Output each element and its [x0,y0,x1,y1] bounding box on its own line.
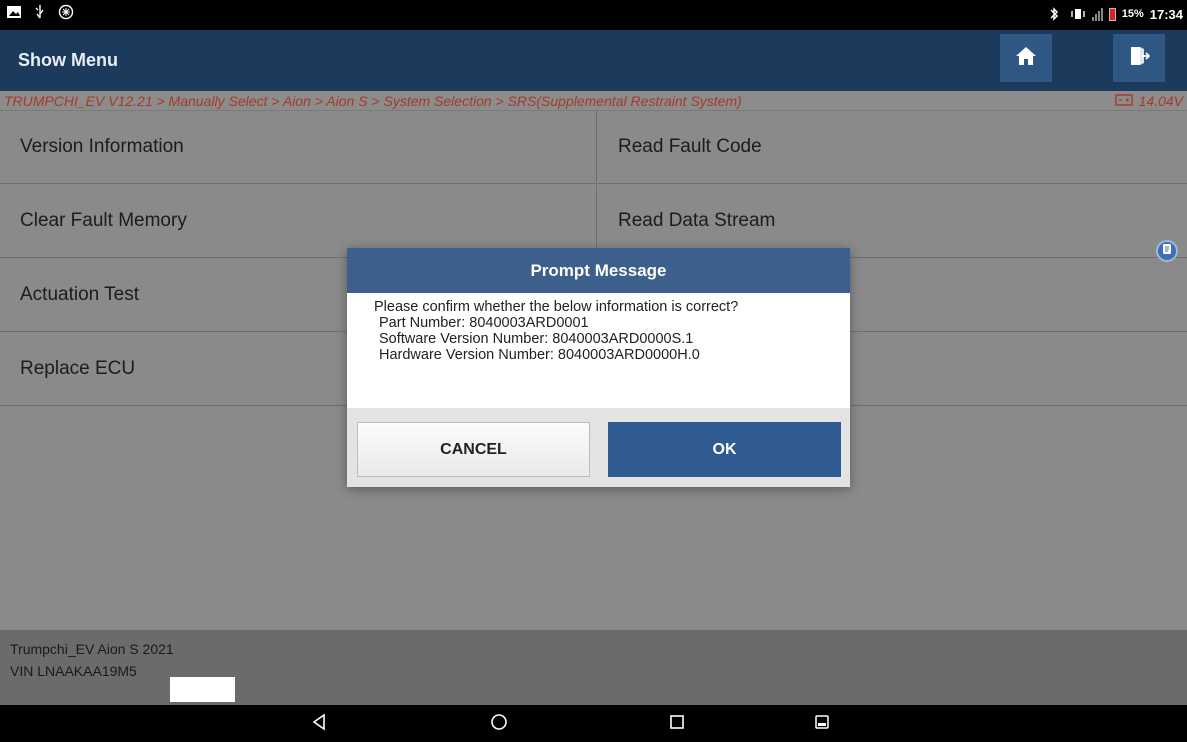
software-version: Software Version Number: 8040003ARD0000S… [379,331,694,347]
signal-icon [1091,7,1103,21]
recents-button[interactable] [664,711,690,737]
back-icon [311,712,327,736]
prompt-dialog: Prompt Message Please confirm whether th… [347,248,850,487]
menu-item-label: Clear Fault Memory [20,210,187,231]
menu-item-label: Read Data Stream [618,210,776,231]
vin-redaction [170,677,235,702]
menu-item-label: Replace ECU [20,358,136,379]
notes-icon [1161,242,1173,260]
back-button[interactable] [306,711,332,737]
vehicle-name: Trumpchi_EV Aion S 2021 [10,641,174,657]
car-battery-icon [1114,93,1133,109]
screenshot-button[interactable] [809,711,835,737]
breadcrumb-bar: TRUMPCHI_EV V12.21 > Manually Select > A… [0,91,1187,111]
menu-item-label: Read Fault Code [618,136,762,157]
ok-button[interactable]: OK [608,422,841,477]
part-number: Part Number: 8040003ARD0001 [379,315,589,331]
exit-button[interactable] [1113,34,1165,82]
dialog-title: Prompt Message [347,248,850,293]
menu-item-label: Version Information [20,136,184,157]
system-nav-bar [0,705,1187,742]
usb-icon [32,4,48,20]
status-bar: 15% 17:34 [0,0,1187,30]
home-nav-button[interactable] [486,711,512,737]
recents-icon [669,714,685,735]
vehicle-vin: VIN LNAAKAA19M5 [10,663,137,679]
dialog-actions: CANCEL OK [347,408,850,487]
voltage-indicator: 14.04V [1114,93,1183,109]
menu-item-version-information[interactable]: Version Information [0,111,597,184]
dialog-question: Please confirm whether the below informa… [374,299,739,315]
bluetooth-icon [1048,6,1064,22]
cancel-button[interactable]: CANCEL [357,422,590,477]
screenshot-icon [814,714,830,735]
home-icon [1015,46,1037,71]
dialog-message: Please confirm whether the below informa… [374,299,738,363]
breadcrumb: TRUMPCHI_EV V12.21 > Manually Select > A… [4,93,742,109]
vibrate-icon [1070,6,1086,22]
page-title: Show Menu [18,50,118,70]
battery-percent: 15% [1121,8,1144,20]
menu-item-read-fault-code[interactable]: Read Fault Code [598,111,1187,184]
hardware-version: Hardware Version Number: 8040003ARD0000H… [379,347,700,363]
exit-icon [1128,45,1151,72]
image-icon [6,4,22,20]
vehicle-info-footer: Trumpchi_EV Aion S 2021 VIN LNAAKAA19M5 [0,630,1187,705]
title-bar: Show Menu [0,30,1187,91]
home-button[interactable] [1000,34,1052,82]
home-circle-icon [490,713,508,736]
menu-item-label: Actuation Test [20,284,140,305]
settings-bubble-icon [58,4,74,20]
voltage-value: 14.04V [1138,93,1183,109]
battery-icon [1108,7,1116,21]
floating-notes-button[interactable] [1156,240,1178,262]
clock: 17:34 [1149,6,1183,22]
